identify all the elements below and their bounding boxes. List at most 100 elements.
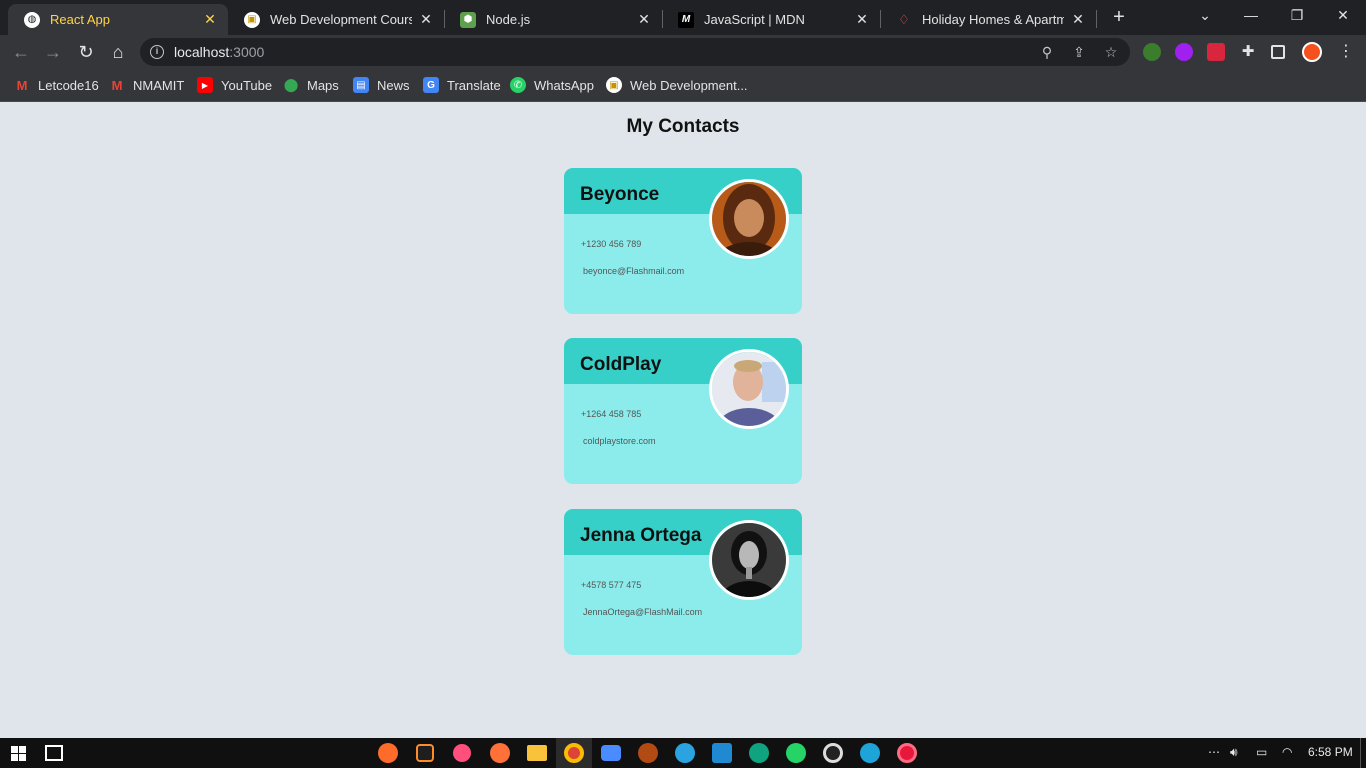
- url-text[interactable]: localhost:3000: [174, 44, 264, 60]
- contact-email: coldplaystore.com: [583, 436, 656, 446]
- task-view-icon[interactable]: [45, 745, 63, 761]
- close-icon[interactable]: ✕: [636, 11, 652, 28]
- whatsapp-taskbar-icon[interactable]: [786, 743, 806, 763]
- edge-icon[interactable]: [860, 743, 880, 763]
- tree-extension-icon[interactable]: [1143, 43, 1161, 61]
- address-bar[interactable]: i localhost:3000 ⚲ ⇪ ☆: [140, 38, 1130, 66]
- contact-avatar-jenna-ortega: [709, 520, 789, 600]
- contact-avatar-beyonce: [709, 179, 789, 259]
- bookmark-youtube[interactable]: ▶ YouTube: [197, 76, 272, 94]
- translate-icon: G: [423, 77, 439, 93]
- battery-icon[interactable]: ▭: [1256, 745, 1267, 759]
- whatsapp-icon: ✆: [510, 77, 526, 93]
- gmail-icon: M: [16, 77, 28, 93]
- news-icon: ▤: [353, 77, 369, 93]
- contact-name: Beyonce: [580, 184, 660, 205]
- globe-icon: ◍: [24, 11, 40, 28]
- bookmarks-bar: M Letcode16 M NMAMIT ▶ YouTube ⬤ Maps ▤ …: [0, 69, 1366, 102]
- page-content: My Contacts Beyonce +1230 456 789 beyonc…: [0, 103, 1366, 738]
- vscode-icon[interactable]: [712, 743, 732, 763]
- volume-icon[interactable]: 🔊︎: [1230, 745, 1238, 760]
- tab-search-chevron-icon[interactable]: ⌄: [1182, 0, 1228, 32]
- bookmark-star-icon[interactable]: ☆: [1102, 43, 1120, 61]
- tab-nodejs[interactable]: ⬢ Node.js ✕: [444, 4, 662, 35]
- jenna-ortega-portrait-image: [712, 523, 786, 597]
- contact-email: JennaOrtega@FlashMail.com: [583, 607, 703, 617]
- tab-title: Node.js: [486, 12, 531, 27]
- coldplay-portrait-image: [712, 352, 786, 426]
- show-desktop-button[interactable]: [1360, 738, 1361, 768]
- tab-title: JavaScript | MDN: [704, 12, 805, 27]
- bookmark-web-development[interactable]: ▣ Web Development...: [606, 76, 748, 94]
- close-icon[interactable]: ✕: [854, 11, 870, 28]
- bookmark-news[interactable]: ▤ News: [353, 76, 410, 94]
- chrome-icon[interactable]: [564, 743, 584, 763]
- youtube-icon: ▶: [197, 77, 213, 93]
- clock-time[interactable]: 6:58 PM: [1308, 745, 1353, 759]
- brave-icon[interactable]: [638, 743, 658, 763]
- red-extension-icon[interactable]: [1207, 43, 1225, 61]
- contact-phone: +1264 458 785: [581, 409, 642, 419]
- side-panel-icon[interactable]: [1271, 45, 1285, 59]
- close-icon[interactable]: ✕: [202, 11, 218, 28]
- itunes-icon[interactable]: [453, 744, 471, 762]
- bookmark-whatsapp[interactable]: ✆ WhatsApp: [510, 76, 594, 94]
- tab-airbnb[interactable]: ♢ Holiday Homes & Apartment ✕: [880, 4, 1096, 35]
- bookmark-label: Web Development...: [630, 77, 748, 93]
- record-app-icon[interactable]: [897, 743, 917, 763]
- obs-icon[interactable]: [823, 743, 843, 763]
- close-icon[interactable]: ✕: [418, 11, 434, 28]
- show-hidden-icons-icon[interactable]: ⋯: [1208, 745, 1220, 759]
- windows-start-icon[interactable]: [11, 746, 27, 762]
- web-dev-icon: ▣: [244, 11, 260, 28]
- bookmark-label: Letcode16: [38, 77, 99, 93]
- bookmark-label: Maps: [307, 77, 339, 93]
- profile-avatar[interactable]: [1302, 42, 1322, 62]
- tab-mdn[interactable]: M JavaScript | MDN ✕: [662, 4, 880, 35]
- contact-card-jenna-ortega: Jenna Ortega +4578 577 475 JennaOrtega@F…: [564, 509, 802, 655]
- bookmark-letcode16[interactable]: M Letcode16: [14, 76, 99, 94]
- purple-extension-icon[interactable]: [1175, 43, 1193, 61]
- bookmark-label: WhatsApp: [534, 77, 594, 93]
- bookmark-label: YouTube: [221, 77, 273, 93]
- firefox-icon[interactable]: [490, 743, 510, 763]
- beyonce-portrait-image: [712, 182, 786, 256]
- contact-phone: +4578 577 475: [581, 580, 642, 590]
- tab-title: React App: [50, 12, 110, 27]
- telegram-icon[interactable]: [675, 743, 695, 763]
- wifi-icon[interactable]: ◠: [1282, 745, 1292, 759]
- zoom-app-icon[interactable]: [601, 745, 621, 761]
- menu-kebab-icon[interactable]: ⋮: [1337, 43, 1355, 61]
- file-explorer-icon[interactable]: [527, 745, 547, 761]
- tab-react-app[interactable]: ◍ React App ✕: [8, 4, 228, 35]
- url-host: localhost: [174, 44, 230, 60]
- forward-button[interactable]: →: [42, 41, 64, 63]
- reload-button[interactable]: ↻: [75, 41, 97, 63]
- tab-divider: [1096, 10, 1097, 28]
- terminal-icon[interactable]: [416, 744, 434, 762]
- home-button[interactable]: ⌂: [107, 41, 129, 63]
- browser-toolbar: ← → ↻ ⌂ i localhost:3000 ⚲ ⇪ ☆: [0, 35, 1366, 69]
- site-info-icon[interactable]: i: [150, 45, 164, 59]
- share-icon[interactable]: ⇪: [1070, 43, 1088, 61]
- gmail-icon: M: [111, 77, 123, 93]
- back-button[interactable]: ←: [10, 41, 32, 63]
- bookmark-translate[interactable]: G Translate: [423, 76, 501, 94]
- new-tab-button[interactable]: +: [1108, 6, 1130, 28]
- app-launcher-icon[interactable]: [378, 743, 398, 763]
- contact-card-beyonce: Beyonce +1230 456 789 beyonce@Flashmail.…: [564, 168, 802, 314]
- bookmark-nmamit[interactable]: M NMAMIT: [109, 76, 185, 94]
- restore-button[interactable]: ❐: [1274, 0, 1320, 32]
- tab-web-development[interactable]: ▣ Web Development Course Re ✕: [228, 4, 444, 35]
- page-title: My Contacts: [626, 116, 740, 137]
- contact-avatar-coldplay: [709, 349, 789, 429]
- minimize-button[interactable]: —: [1228, 0, 1274, 32]
- chatgpt-icon[interactable]: [749, 743, 769, 763]
- close-icon[interactable]: ✕: [1070, 11, 1086, 28]
- zoom-icon[interactable]: ⚲: [1038, 43, 1056, 61]
- extensions-puzzle-icon[interactable]: ✚: [1239, 43, 1257, 61]
- bookmark-label: Translate: [447, 77, 501, 93]
- close-window-button[interactable]: ✕: [1320, 0, 1366, 32]
- mdn-icon: M: [678, 11, 694, 28]
- bookmark-maps[interactable]: ⬤ Maps: [283, 76, 339, 94]
